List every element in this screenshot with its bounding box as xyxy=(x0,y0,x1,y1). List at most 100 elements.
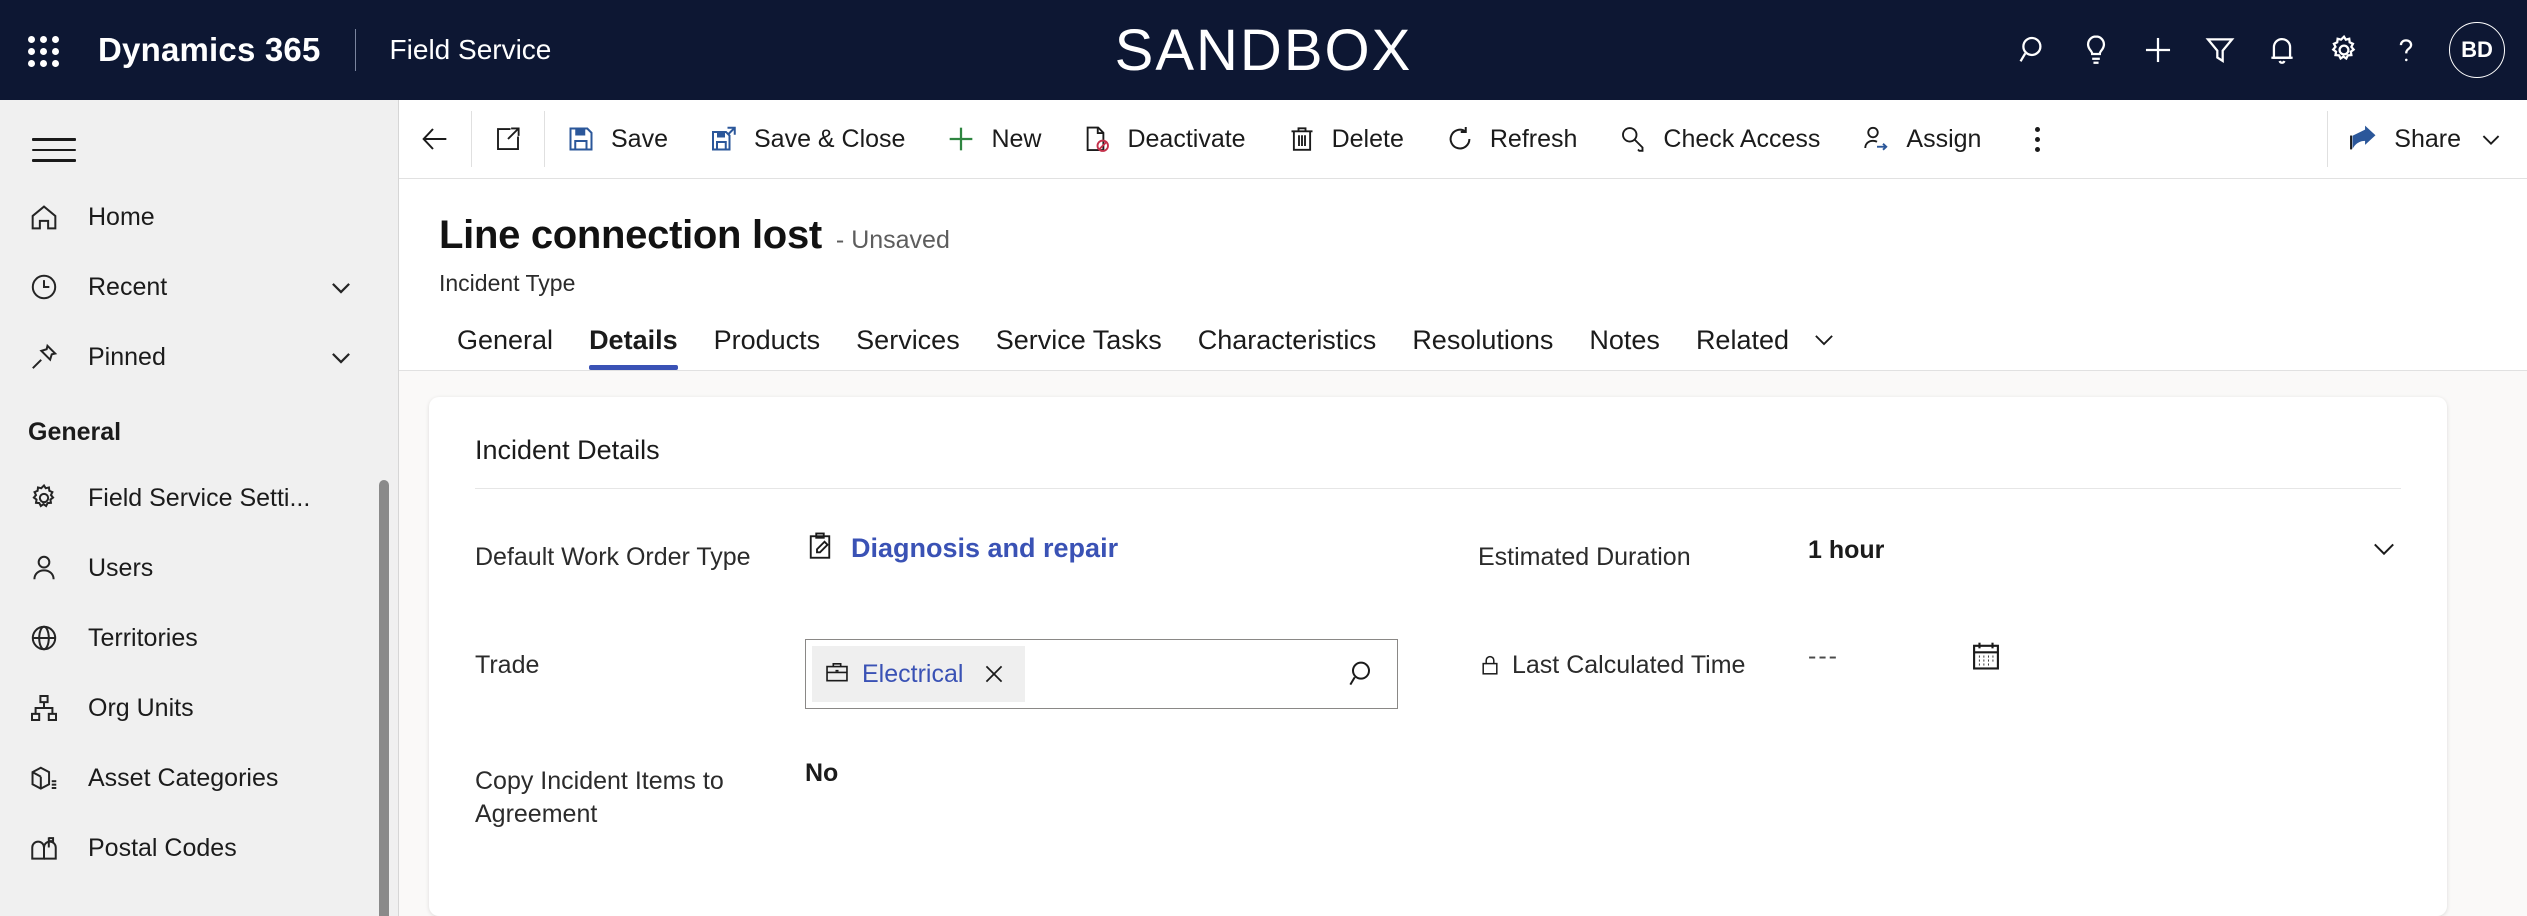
sidebar-item-field-service-settings[interactable]: Field Service Setti... xyxy=(0,463,398,533)
app-launcher-icon[interactable] xyxy=(20,28,64,72)
sidebar-item-label: Home xyxy=(88,202,155,231)
command-label: Check Access xyxy=(1663,124,1821,153)
sidebar-item-territories[interactable]: Territories xyxy=(0,603,398,673)
refresh-button[interactable]: Refresh xyxy=(1424,100,1598,178)
tab-service-tasks[interactable]: Service Tasks xyxy=(978,325,1180,370)
save-and-close-button[interactable]: Save & Close xyxy=(688,100,925,178)
field-trade: Trade Electrical xyxy=(475,639,1398,709)
save-close-icon xyxy=(708,124,740,154)
sidebar-item-home[interactable]: Home xyxy=(0,182,398,252)
sidebar-item-users[interactable]: Users xyxy=(0,533,398,603)
command-label: Deactivate xyxy=(1127,124,1246,153)
sidebar-item-postal-codes[interactable]: Postal Codes xyxy=(0,813,398,883)
tab-related[interactable]: Related xyxy=(1678,325,1807,370)
save-button[interactable]: Save xyxy=(545,100,688,178)
header-actions: BD xyxy=(2003,19,2527,81)
chevron-down-icon[interactable] xyxy=(2367,531,2401,565)
estimated-duration-value: 1 hour xyxy=(1808,535,1885,564)
chevron-down-icon[interactable] xyxy=(2475,125,2507,153)
command-label: Refresh xyxy=(1489,124,1578,153)
trade-lookup-input[interactable]: Electrical xyxy=(805,639,1398,709)
tab-details[interactable]: Details xyxy=(571,325,696,370)
trade-chip[interactable]: Electrical xyxy=(812,646,1026,702)
sidebar-scrollbar-thumb[interactable] xyxy=(379,480,389,916)
refresh-icon xyxy=(1444,124,1476,154)
record-header: Line connection lost - Unsaved Incident … xyxy=(399,179,2527,297)
check-access-button[interactable]: Check Access xyxy=(1597,100,1840,178)
field-value[interactable]: No xyxy=(805,755,1398,788)
tab-services[interactable]: Services xyxy=(838,325,978,370)
sidebar-item-label: Asset Categories xyxy=(88,763,279,792)
command-label: Delete xyxy=(1331,124,1404,153)
question-icon[interactable] xyxy=(2375,19,2437,81)
command-label: Save & Close xyxy=(753,124,906,153)
new-button[interactable]: New xyxy=(925,100,1061,178)
calendar-icon[interactable] xyxy=(1969,639,2003,673)
record-title-row: Line connection lost - Unsaved xyxy=(439,213,2527,258)
person-icon xyxy=(28,552,80,584)
close-icon[interactable] xyxy=(975,661,1013,687)
org-chart-icon xyxy=(28,692,80,724)
delete-button[interactable]: Delete xyxy=(1266,100,1424,178)
app-header: Dynamics 365 Field Service SANDBOX BD xyxy=(0,0,2527,100)
page-title: Line connection lost xyxy=(439,213,822,257)
app-body: Home Recent Pinned General Field Service… xyxy=(0,100,2527,916)
main-region: Save Save & Close New Deactivate Delete … xyxy=(399,100,2527,916)
sidebar-item-pinned[interactable]: Pinned xyxy=(0,322,398,392)
briefcase-icon xyxy=(824,659,850,690)
hamburger-menu-icon[interactable] xyxy=(22,118,86,182)
chevron-down-icon[interactable] xyxy=(326,342,356,372)
tab-products[interactable]: Products xyxy=(696,325,839,370)
plus-icon[interactable] xyxy=(2127,19,2189,81)
lightbulb-icon[interactable] xyxy=(2065,19,2127,81)
sidebar-scrollbar[interactable] xyxy=(379,430,389,916)
field-label: Trade xyxy=(475,651,540,679)
mailbox-icon xyxy=(28,832,80,864)
field-label: Last Calculated Time xyxy=(1512,651,1746,679)
lock-icon xyxy=(1478,649,1502,686)
share-button[interactable]: Share xyxy=(2328,100,2527,178)
chevron-down-icon[interactable] xyxy=(1807,324,1847,370)
tab-resolutions[interactable]: Resolutions xyxy=(1394,325,1571,370)
bell-icon[interactable] xyxy=(2251,19,2313,81)
search-icon[interactable] xyxy=(2003,19,2065,81)
chevron-down-icon[interactable] xyxy=(326,272,356,302)
tab-characteristics[interactable]: Characteristics xyxy=(1180,325,1395,370)
pin-icon xyxy=(28,341,80,373)
estimated-duration-combobox[interactable]: 1 hour xyxy=(1808,531,2401,565)
field-value: 1 hour xyxy=(1808,531,2401,565)
field-last-calculated-time: Last Calculated Time --- xyxy=(1478,639,2401,701)
asset-box-icon xyxy=(28,762,80,794)
share-icon xyxy=(2348,123,2380,155)
check-access-icon xyxy=(1617,124,1649,154)
app-name[interactable]: Field Service xyxy=(390,34,552,66)
avatar[interactable]: BD xyxy=(2449,22,2505,78)
sidebar-item-label: Territories xyxy=(88,623,198,652)
sidebar-item-recent[interactable]: Recent xyxy=(0,252,398,322)
field-value: Diagnosis and repair xyxy=(805,531,1398,566)
deactivate-button[interactable]: Deactivate xyxy=(1061,100,1265,178)
tab-general[interactable]: General xyxy=(439,325,571,370)
tab-notes[interactable]: Notes xyxy=(1571,325,1678,370)
overflow-menu-button[interactable] xyxy=(2001,100,2074,178)
search-icon[interactable] xyxy=(1347,658,1389,690)
sidebar-item-asset-categories[interactable]: Asset Categories xyxy=(0,743,398,813)
copy-items-value: No xyxy=(805,759,839,787)
filter-icon[interactable] xyxy=(2189,19,2251,81)
sidebar-item-org-units[interactable]: Org Units xyxy=(0,673,398,743)
popout-button[interactable] xyxy=(472,100,544,178)
form-canvas: Incident Details Default Work Order Type xyxy=(399,371,2527,916)
gear-icon[interactable] xyxy=(2313,19,2375,81)
globe-icon xyxy=(28,622,80,654)
brand-title[interactable]: Dynamics 365 xyxy=(98,31,321,69)
work-order-type-link[interactable]: Diagnosis and repair xyxy=(805,531,1118,566)
arrow-left-icon xyxy=(419,123,451,155)
back-button[interactable] xyxy=(399,100,471,178)
trade-chip-label: Electrical xyxy=(862,659,964,688)
plus-icon xyxy=(945,123,977,155)
assign-button[interactable]: Assign xyxy=(1840,100,2001,178)
field-label: Estimated Duration xyxy=(1478,543,1691,571)
command-label: Share xyxy=(2394,124,2461,153)
sidebar-item-label: Users xyxy=(88,553,154,582)
sidebar-item-label: Org Units xyxy=(88,693,194,722)
